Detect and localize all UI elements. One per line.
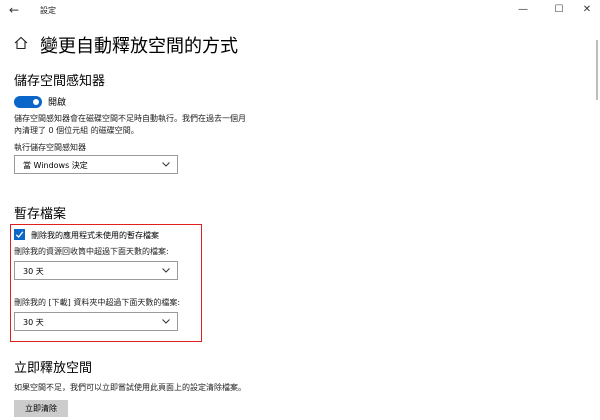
checkmark-icon	[15, 231, 24, 238]
downloads-label: 刪除我的 [下載] 資料夾中超過下面天數的檔案:	[14, 298, 181, 307]
page-title: 變更自動釋放空間的方式	[40, 36, 238, 57]
clean-now-button[interactable]: 立即清除	[14, 400, 68, 417]
storage-sense-description-line1: 儲存空間感知器會在磁碟空間不足時自動執行。我們在過去一個月	[14, 114, 246, 123]
chevron-down-icon	[162, 319, 170, 324]
window-title: 設定	[40, 6, 56, 15]
maximize-button[interactable]: ☐	[544, 2, 574, 18]
delete-temp-checkbox[interactable]	[14, 229, 25, 240]
downloads-dropdown[interactable]: 30 天	[14, 312, 178, 331]
delete-temp-label: 刪除我的應用程式未使用的暫存檔案	[31, 231, 159, 240]
scrollbar-thumb[interactable]	[596, 40, 598, 100]
storage-sense-toggle[interactable]	[14, 96, 42, 108]
free-now-heading: 立即釋放空間	[14, 361, 93, 376]
home-icon[interactable]	[14, 36, 28, 50]
back-arrow-icon[interactable]: ←	[9, 3, 23, 17]
toggle-knob	[33, 99, 39, 105]
storage-sense-heading: 儲存空間感知器	[14, 74, 106, 89]
close-button[interactable]: ✕	[572, 2, 600, 18]
title-bar: ← 設定 — ☐ ✕	[0, 0, 600, 22]
recycle-bin-label: 刪除我的資源回收筒中超過下面天數的檔案:	[14, 247, 169, 256]
chevron-down-icon	[162, 162, 170, 167]
dropdown-value: 30 天	[23, 318, 44, 327]
free-now-description: 如果空間不足，我們可以立即嘗試使用此頁面上的設定清除檔案。	[14, 383, 246, 392]
chevron-down-icon	[162, 268, 170, 273]
storage-sense-description-line2: 內清理了 0 個位元組 的磁碟空間。	[14, 126, 139, 135]
dropdown-value: 當 Windows 決定	[23, 161, 88, 170]
toggle-label: 開啟	[48, 98, 67, 108]
temp-files-heading: 暫存檔案	[14, 207, 67, 222]
dropdown-value: 30 天	[23, 267, 44, 276]
run-storage-sense-dropdown[interactable]: 當 Windows 決定	[14, 155, 178, 174]
minimize-button[interactable]: —	[508, 2, 538, 18]
recycle-bin-dropdown[interactable]: 30 天	[14, 261, 178, 280]
run-storage-sense-label: 執行儲存空間感知器	[14, 143, 86, 152]
